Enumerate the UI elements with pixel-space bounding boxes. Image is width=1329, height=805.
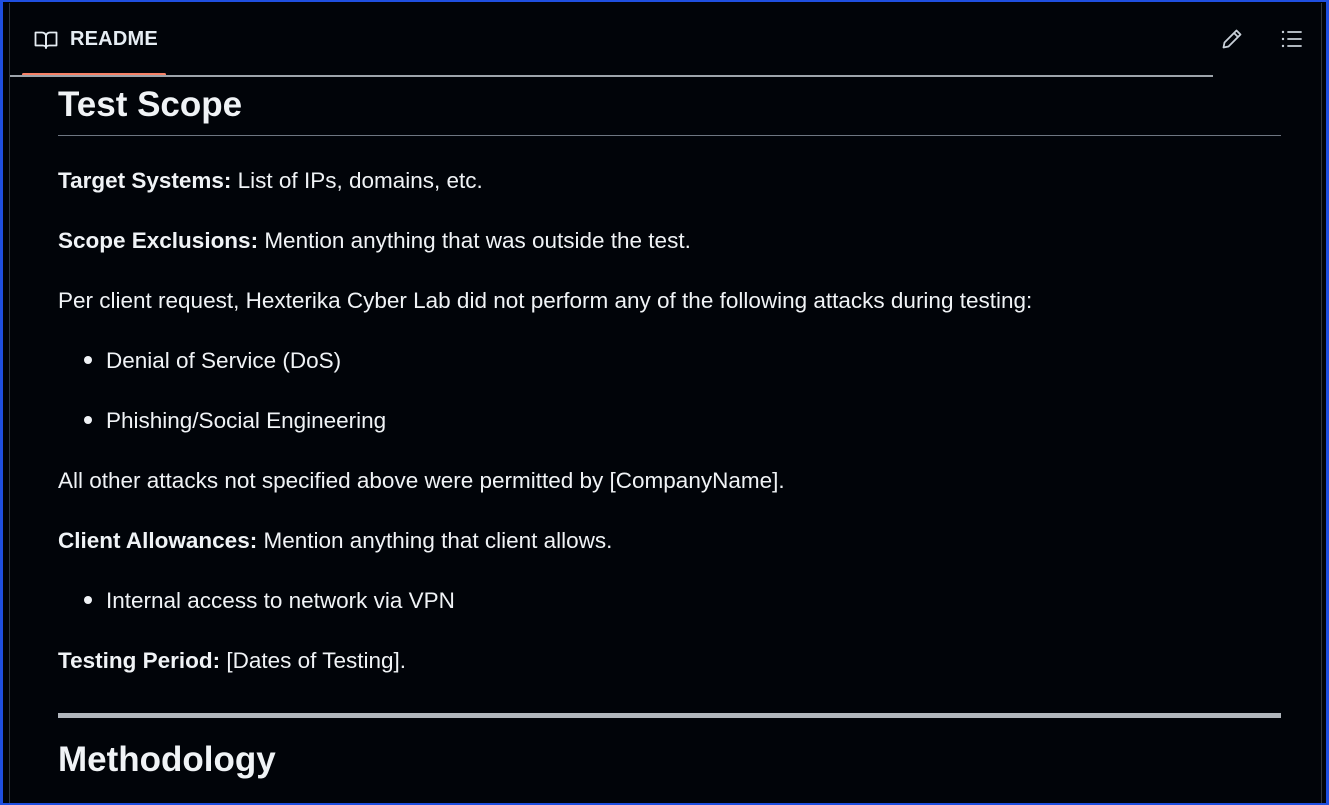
target-systems-paragraph: Target Systems: List of IPs, domains, et…: [58, 166, 483, 196]
horizontal-rule: [58, 713, 1281, 718]
scope-exclusions-paragraph: Scope Exclusions: Mention anything that …: [58, 226, 691, 256]
tab-readme[interactable]: README: [22, 3, 166, 76]
testing-period-text: [Dates of Testing].: [220, 648, 407, 673]
list-item: Phishing/Social Engineering: [106, 408, 387, 433]
list-item: Internal access to network via VPN: [106, 588, 455, 613]
window-frame: README Test Scope Target Systems: List o…: [0, 0, 1329, 805]
outline-button[interactable]: [1278, 27, 1306, 55]
edit-file-button[interactable]: [1218, 27, 1246, 55]
list-item: Denial of Service (DoS): [106, 348, 342, 373]
testing-period-label: Testing Period:: [58, 648, 221, 673]
bullet: [84, 416, 92, 424]
readme-panel: README Test Scope Target Systems: List o…: [9, 3, 1322, 803]
tab-readme-label: README: [70, 28, 158, 50]
pencil-icon: [1221, 28, 1243, 54]
heading-test-scope: Test Scope: [58, 85, 243, 124]
scope-exclusions-label: Scope Exclusions:: [58, 228, 259, 253]
readme-header: README: [10, 3, 1321, 77]
scope-exclusions-text: Mention anything that was outside the te…: [258, 228, 691, 253]
target-systems-label: Target Systems:: [58, 168, 232, 193]
client-allowances-paragraph: Client Allowances: Mention anything that…: [58, 526, 612, 556]
client-allowances-label: Client Allowances:: [58, 528, 258, 553]
book-icon: [34, 28, 58, 52]
client-allowances-text: Mention anything that client allows.: [257, 528, 613, 553]
heading-methodology: Methodology: [58, 740, 276, 779]
client-request-paragraph: Per client request, Hexterika Cyber Lab …: [58, 288, 1033, 313]
list-icon: [1281, 29, 1303, 53]
heading-underline: [58, 135, 1281, 136]
target-systems-text: List of IPs, domains, etc.: [231, 168, 483, 193]
testing-period-paragraph: Testing Period: [Dates of Testing].: [58, 646, 406, 676]
permitted-note-paragraph: All other attacks not specified above we…: [58, 468, 785, 493]
header-divider: [10, 75, 1213, 77]
bullet: [84, 596, 92, 604]
bullet: [84, 356, 92, 364]
